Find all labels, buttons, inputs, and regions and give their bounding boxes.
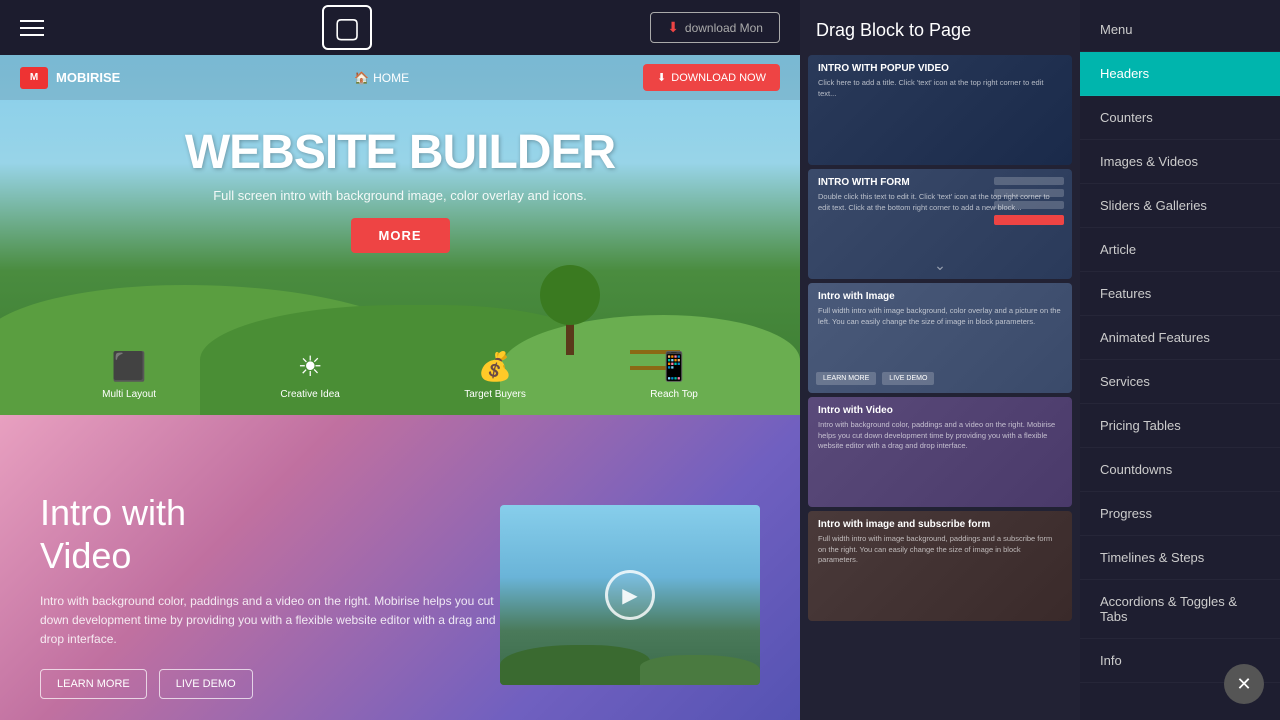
sidebar-label-accordions: Accordions & Toggles & Tabs <box>1100 594 1260 624</box>
block-popup-video[interactable]: INTRO WITH POPUP VIDEO Click here to add… <box>808 55 1072 165</box>
learn-more-button[interactable]: LEARN MORE <box>40 669 147 699</box>
top-bar: ▢ ⬇ download Mon <box>0 0 800 55</box>
sidebar-item-timelines-steps[interactable]: Timelines & Steps <box>1080 536 1280 580</box>
video-description: Intro with background color, paddings an… <box>40 592 500 650</box>
video-section: Intro withVideo Intro with background co… <box>0 415 800 720</box>
sidebar-label-animated-features: Animated Features <box>1100 330 1210 345</box>
video-buttons: LEARN MORE LIVE DEMO <box>40 669 500 699</box>
video-player[interactable]: ▶ <box>500 505 760 685</box>
sidebar-label-images-videos: Images & Videos <box>1100 154 1198 169</box>
arrow-down-icon: ⌄ <box>934 257 946 274</box>
sidebar-label-menu: Menu <box>1100 22 1133 37</box>
hero-download-icon: ⬇ <box>657 71 666 84</box>
target-buyers-icon: 💰 <box>478 350 513 383</box>
video-text: Intro withVideo Intro with background co… <box>40 491 500 700</box>
target-buyers-label: Target Buyers <box>464 389 526 400</box>
mini-landscape <box>500 645 760 685</box>
sidebar-item-menu[interactable]: Menu <box>1080 8 1280 52</box>
sidebar-item-animated-features[interactable]: Animated Features <box>1080 316 1280 360</box>
sidebar-item-progress[interactable]: Progress <box>1080 492 1280 536</box>
reach-top-icon: 📱 <box>657 350 692 383</box>
sidebar-label-counters: Counters <box>1100 110 1153 125</box>
creative-idea-icon: ☀ <box>298 350 323 383</box>
close-fab-button[interactable]: ✕ <box>1224 664 1264 704</box>
sidebar-item-accordions[interactable]: Accordions & Toggles & Tabs <box>1080 580 1280 639</box>
feature-multi-layout: ⬛ Multi Layout <box>102 350 156 400</box>
form-fields-mock <box>994 177 1064 225</box>
sidebar-label-countdowns: Countdowns <box>1100 462 1172 477</box>
preview-panel: ▢ ⬇ download Mon M MOBIRISE 🏠 HOME ⬇ DOW… <box>0 0 800 720</box>
sidebar-item-sliders-galleries[interactable]: Sliders & Galleries <box>1080 184 1280 228</box>
image-live-btn[interactable]: LIVE DEMO <box>882 372 934 385</box>
phone-icon: ▢ <box>322 5 372 50</box>
more-button[interactable]: MORE <box>351 218 450 253</box>
block-intro-form[interactable]: INTRO WITH FORM Double click this text t… <box>808 169 1072 279</box>
sidebar-label-timelines-steps: Timelines & Steps <box>1100 550 1204 565</box>
blocks-panel-title: Drag Block to Page <box>816 20 1064 41</box>
sidebar-label-features: Features <box>1100 286 1151 301</box>
hamburger-menu[interactable] <box>20 20 44 36</box>
hero-logo: M MOBIRISE <box>20 67 120 89</box>
video-overlay: Intro with Video Intro with background c… <box>808 397 1072 507</box>
hero-home-link[interactable]: 🏠 HOME <box>354 71 409 85</box>
multi-layout-icon: ⬛ <box>112 350 147 383</box>
sidebar-item-services[interactable]: Services <box>1080 360 1280 404</box>
sidebar-label-sliders-galleries: Sliders & Galleries <box>1100 198 1207 213</box>
sidebar-label-info: Info <box>1100 653 1122 668</box>
sidebar-item-countdowns[interactable]: Countdowns <box>1080 448 1280 492</box>
right-sidebar: Menu Headers Counters Images & Videos Sl… <box>1080 0 1280 720</box>
sidebar-label-pricing-tables: Pricing Tables <box>1100 418 1181 433</box>
download-button[interactable]: ⬇ download Mon <box>650 12 780 43</box>
sidebar-item-pricing-tables[interactable]: Pricing Tables <box>1080 404 1280 448</box>
close-icon: ✕ <box>1236 674 1251 695</box>
video-title: Intro withVideo <box>40 491 500 577</box>
hero-navbar: M MOBIRISE 🏠 HOME ⬇ DOWNLOAD NOW <box>0 55 800 100</box>
sidebar-label-services: Services <box>1100 374 1150 389</box>
live-demo-button[interactable]: LIVE DEMO <box>159 669 253 699</box>
sidebar-label-headers: Headers <box>1100 66 1149 81</box>
logo-icon: M <box>20 67 48 89</box>
tree <box>540 255 600 355</box>
image-learn-btn[interactable]: LEARN MORE <box>816 372 876 385</box>
sidebar-label-progress: Progress <box>1100 506 1152 521</box>
video-thumbnail: ▶ <box>500 505 760 685</box>
feature-reach-top: 📱 Reach Top <box>650 350 698 400</box>
feature-creative-idea: ☀ Creative Idea <box>280 350 339 400</box>
sidebar-item-counters[interactable]: Counters <box>1080 96 1280 140</box>
logo-text: MOBIRISE <box>56 70 120 85</box>
play-button[interactable]: ▶ <box>605 570 655 620</box>
hero-download-label: DOWNLOAD NOW <box>671 72 766 84</box>
subscribe-overlay: Intro with image and subscribe form Full… <box>808 511 1072 621</box>
hero-subtitle: Full screen intro with background image,… <box>213 188 587 203</box>
popup-video-overlay: INTRO WITH POPUP VIDEO Click here to add… <box>808 55 1072 165</box>
sidebar-label-article: Article <box>1100 242 1136 257</box>
hero-main-content: WEBSITE BUILDER Full screen intro with b… <box>0 105 800 253</box>
sidebar-item-headers[interactable]: Headers <box>1080 52 1280 96</box>
hero-title: WEBSITE BUILDER <box>185 125 615 180</box>
sidebar-item-features[interactable]: Features <box>1080 272 1280 316</box>
blocks-header: Drag Block to Page <box>800 0 1080 55</box>
sidebar-nav: Menu Headers Counters Images & Videos Sl… <box>1080 0 1280 720</box>
hero-download-button[interactable]: ⬇ DOWNLOAD NOW <box>643 64 780 91</box>
blocks-panel: Drag Block to Page INTRO WITH POPUP VIDE… <box>800 0 1080 720</box>
hero-features: ⬛ Multi Layout ☀ Creative Idea 💰 Target … <box>0 350 800 400</box>
reach-top-label: Reach Top <box>650 389 698 400</box>
creative-idea-label: Creative Idea <box>280 389 339 400</box>
block-intro-image[interactable]: Intro with Image Full width intro with i… <box>808 283 1072 393</box>
preview-content: M MOBIRISE 🏠 HOME ⬇ DOWNLOAD NOW WEBSITE… <box>0 55 800 720</box>
download-label: download Mon <box>685 21 763 35</box>
sidebar-item-article[interactable]: Article <box>1080 228 1280 272</box>
block-intro-subscribe[interactable]: Intro with image and subscribe form Full… <box>808 511 1072 621</box>
feature-target-buyers: 💰 Target Buyers <box>464 350 526 400</box>
sidebar-item-images-videos[interactable]: Images & Videos <box>1080 140 1280 184</box>
multi-layout-label: Multi Layout <box>102 389 156 400</box>
blocks-scroll[interactable]: INTRO WITH POPUP VIDEO Click here to add… <box>800 55 1080 720</box>
hero-section: M MOBIRISE 🏠 HOME ⬇ DOWNLOAD NOW WEBSITE… <box>0 55 800 415</box>
download-arrow-icon: ⬇ <box>667 19 679 36</box>
block-intro-video[interactable]: Intro with Video Intro with background c… <box>808 397 1072 507</box>
